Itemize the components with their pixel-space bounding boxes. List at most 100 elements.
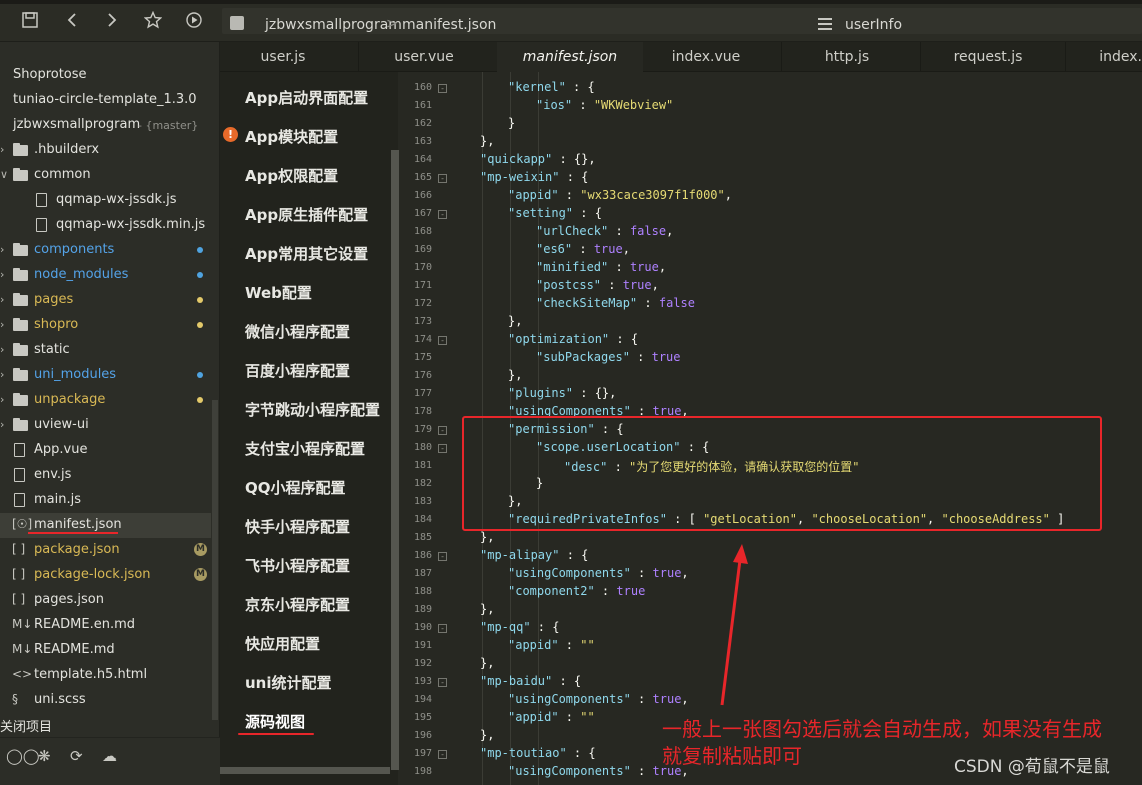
config-nav-item[interactable]: 京东小程序配置 [245, 594, 350, 615]
tree-item-package-json[interactable]: [ ] package.json M [0, 538, 211, 563]
tree-item-main-js[interactable]: main.js [0, 488, 211, 513]
tree-item-static[interactable]: › static [0, 338, 211, 363]
tree-item-uview-ui[interactable]: › uview-ui [0, 413, 211, 438]
config-nav-item[interactable]: 支付宝小程序配置 [245, 438, 365, 459]
code-line[interactable]: } [508, 116, 515, 130]
code-line[interactable]: "es6" : true, [536, 242, 630, 256]
config-nav-scrollbar[interactable] [391, 150, 399, 770]
chevron-right-icon[interactable]: › [0, 418, 4, 431]
config-nav-item[interactable]: App启动界面配置 [245, 87, 368, 108]
breadcrumb-file[interactable]: manifest.json [402, 17, 496, 33]
code-line[interactable]: "mp-weixin" : { [480, 170, 588, 184]
tree-item-unpackage[interactable]: › unpackage [0, 388, 211, 413]
tree-item-app-vue[interactable]: App.vue [0, 438, 211, 463]
tab-manifest-json[interactable]: manifest.json [497, 42, 643, 72]
code-line[interactable]: "postcss" : true, [536, 278, 659, 292]
config-nav-item[interactable]: QQ小程序配置 [245, 477, 346, 498]
code-line[interactable]: "optimization" : { [508, 332, 638, 346]
arrow-left-icon[interactable] [62, 11, 82, 31]
chevron-right-icon[interactable]: › [0, 268, 4, 281]
config-nav-item[interactable]: Web配置 [245, 282, 312, 303]
code-line[interactable]: "ios" : "WKWebview" [536, 98, 673, 112]
tab-user-js[interactable]: user.js [220, 42, 346, 72]
code-line[interactable]: "mp-qq" : { [480, 620, 559, 634]
fold-toggle-icon[interactable]: - [438, 750, 447, 759]
config-nav-item[interactable]: App常用其它设置 [245, 243, 368, 264]
cloud-icon[interactable]: ☁ [102, 747, 117, 765]
tree-item--hbuilderx[interactable]: › .hbuilderx [0, 138, 211, 163]
config-nav-item[interactable]: 飞书小程序配置 [245, 555, 350, 576]
tree-item-qqmap-wx-jssdk-min-js[interactable]: qqmap-wx-jssdk.min.js [0, 213, 211, 238]
code-line[interactable]: }, [480, 656, 494, 670]
code-line[interactable]: "mp-alipay" : { [480, 548, 588, 562]
fold-toggle-icon[interactable]: - [438, 552, 447, 561]
config-nav-item[interactable]: 字节跳动小程序配置 [245, 399, 380, 420]
tree-item-pages[interactable]: › pages [0, 288, 211, 313]
tree-item-components[interactable]: › components [0, 238, 211, 263]
tab-index-vue[interactable]: index.vue [645, 42, 767, 72]
tree-item-uni-scss[interactable]: § uni.scss [0, 688, 211, 713]
code-line[interactable]: "mp-toutiao" : { [480, 746, 596, 760]
fold-toggle-icon[interactable]: - [438, 336, 447, 345]
run-icon[interactable] [184, 11, 204, 31]
tree-item-package-lock-json[interactable]: [ ] package-lock.json M [0, 563, 211, 588]
code-line[interactable]: "subPackages" : true [536, 350, 681, 364]
config-nav-item[interactable]: 微信小程序配置 [245, 321, 350, 342]
code-line[interactable]: "appid" : "" [508, 638, 595, 652]
chevron-right-icon[interactable]: › [0, 343, 4, 356]
code-line[interactable]: }, [480, 530, 494, 544]
arrow-right-icon[interactable] [102, 11, 122, 31]
config-nav-item[interactable]: App模块配置 [245, 126, 338, 147]
tree-item-common[interactable]: ∨ common [0, 163, 211, 188]
code-line[interactable]: "appid" : "wx33cace3097f1f000", [508, 188, 732, 202]
tree-item-node-modules[interactable]: › node_modules [0, 263, 211, 288]
chevron-right-icon[interactable]: › [0, 318, 4, 331]
code-line[interactable]: "usingComponents" : true, [508, 566, 689, 580]
config-nav-item[interactable]: App原生插件配置 [245, 204, 368, 225]
code-line[interactable]: }, [480, 134, 494, 148]
tab-user-vue[interactable]: user.vue [359, 42, 489, 72]
tree-item-jzbwxsmallprogram[interactable]: jzbwxsmallprogram - {master} [0, 113, 211, 138]
code-line[interactable]: }, [508, 314, 522, 328]
tree-item-manifest-json[interactable]: [☉] manifest.json [0, 513, 211, 538]
chevron-right-icon[interactable]: › [0, 243, 4, 256]
glasses-icon[interactable]: ◯◯ [6, 747, 40, 765]
tree-item-uni-modules[interactable]: › uni_modules [0, 363, 211, 388]
chevron-right-icon[interactable]: › [0, 293, 4, 306]
fold-toggle-icon[interactable]: - [438, 678, 447, 687]
tab-index[interactable]: index. [1066, 42, 1142, 72]
chevron-right-icon[interactable]: › [0, 143, 4, 156]
chevron-right-icon[interactable]: › [0, 368, 4, 381]
tree-item-template-h5-html[interactable]: <> template.h5.html [0, 663, 211, 688]
config-nav-item[interactable]: 快手小程序配置 [245, 516, 350, 537]
code-line[interactable]: "plugins" : {}, [508, 386, 616, 400]
fold-toggle-icon[interactable]: - [438, 174, 447, 183]
fold-toggle-icon[interactable]: - [438, 84, 447, 93]
tab-request-js[interactable]: request.js [921, 42, 1055, 72]
code-line[interactable]: "minified" : true, [536, 260, 666, 274]
fold-toggle-icon[interactable]: - [438, 426, 447, 435]
chevron-right-icon[interactable]: › [0, 393, 4, 406]
tree-item-readme-en-md[interactable]: M↓ README.en.md [0, 613, 211, 638]
chevron-down-icon[interactable]: ∨ [0, 168, 8, 181]
config-nav-item[interactable]: 源码视图 [245, 711, 305, 732]
sidebar-scrollbar[interactable] [212, 400, 218, 720]
config-nav-hscrollbar[interactable] [220, 767, 390, 774]
fold-toggle-icon[interactable]: - [438, 210, 447, 219]
close-project-label[interactable]: 关闭项目 [0, 716, 52, 735]
code-line[interactable]: }, [480, 602, 494, 616]
save-icon[interactable] [20, 11, 40, 31]
config-nav-item[interactable]: uni统计配置 [245, 672, 332, 693]
config-nav-item[interactable]: 百度小程序配置 [245, 360, 350, 381]
tree-item-shopro[interactable]: › shopro [0, 313, 211, 338]
config-nav-item[interactable]: 快应用配置 [245, 633, 320, 654]
config-nav-item[interactable]: App权限配置 [245, 165, 338, 186]
fold-toggle-icon[interactable]: - [438, 624, 447, 633]
fold-toggle-icon[interactable]: - [438, 444, 447, 453]
code-line[interactable]: "appid" : "" [508, 710, 595, 724]
star-icon[interactable] [143, 10, 163, 31]
tree-item-shoprotose[interactable]: Shoprotose [0, 63, 211, 88]
outline-icon[interactable] [818, 18, 832, 30]
code-line[interactable]: }, [480, 728, 494, 742]
bug-icon[interactable]: ❋ [38, 747, 51, 765]
